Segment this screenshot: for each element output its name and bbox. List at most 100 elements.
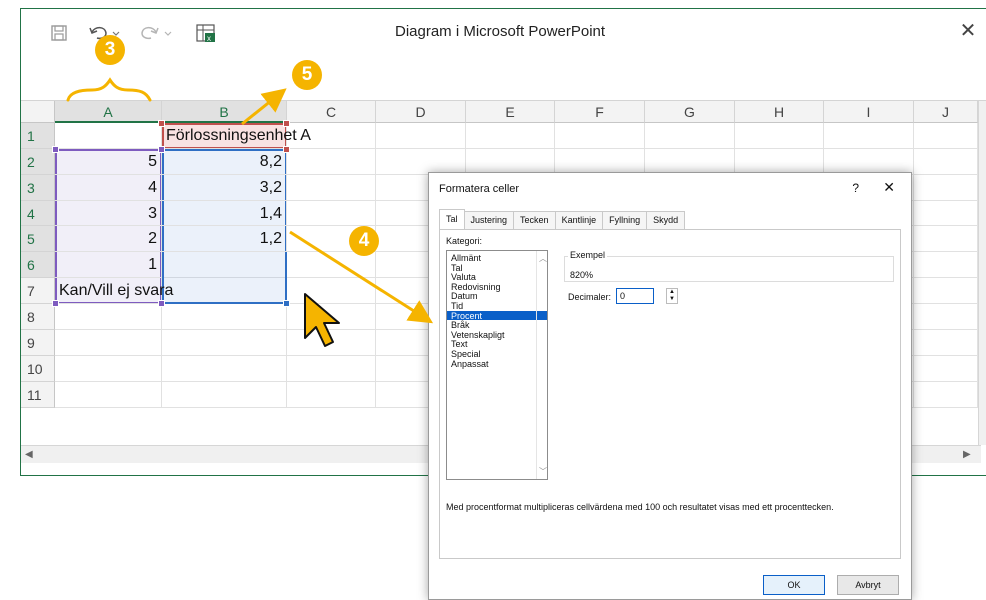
col-header-b[interactable]: B	[162, 101, 287, 123]
col-header-j[interactable]: J	[914, 101, 978, 123]
row-header-4[interactable]: 4	[21, 201, 55, 226]
grid-cell[interactable]	[914, 304, 978, 330]
range-handle-a-top[interactable]	[52, 146, 59, 153]
grid-cell[interactable]	[287, 201, 376, 226]
category-list[interactable]: Allmänt Tal Valuta Redovisning Datum Tid…	[446, 250, 548, 480]
range-handle-b-bottom-right[interactable]	[283, 300, 290, 307]
ok-button[interactable]: OK	[763, 575, 825, 595]
category-item[interactable]: Special	[447, 349, 547, 359]
category-item[interactable]: Allmänt	[447, 253, 547, 263]
col-header-c[interactable]: C	[287, 101, 376, 123]
category-item[interactable]: Redovisning	[447, 282, 547, 292]
category-scrollbar[interactable]: ︿ ﹀	[536, 251, 547, 479]
grid-cell[interactable]	[914, 226, 978, 252]
grid-cell[interactable]	[287, 304, 376, 330]
row-header-2[interactable]: 2	[21, 149, 55, 175]
grid-cell[interactable]	[555, 123, 645, 149]
grid-cell[interactable]	[914, 252, 978, 278]
col-header-f[interactable]: F	[555, 101, 645, 123]
row-header-10[interactable]: 10	[21, 356, 55, 382]
row-header-1[interactable]: 1	[21, 123, 55, 149]
grid-cell[interactable]	[287, 175, 376, 201]
select-all-corner[interactable]	[21, 101, 55, 123]
col-header-h[interactable]: H	[735, 101, 824, 123]
grid-cell[interactable]	[914, 330, 978, 356]
tab-skydd[interactable]: Skydd	[646, 211, 686, 229]
cell-a6[interactable]: 1	[55, 252, 162, 278]
tab-fyllning[interactable]: Fyllning	[602, 211, 648, 229]
grid-cell[interactable]	[287, 382, 376, 408]
col-header-e[interactable]: E	[466, 101, 555, 123]
col-header-a[interactable]: A	[55, 101, 162, 123]
category-item[interactable]: Tid	[447, 301, 547, 311]
grid-cell[interactable]	[287, 330, 376, 356]
tab-kantlinje[interactable]: Kantlinje	[554, 211, 604, 229]
grid-cell[interactable]	[55, 382, 162, 408]
row-header-11[interactable]: 11	[21, 382, 55, 408]
row-header-6[interactable]: 6	[21, 252, 55, 278]
cell-a7[interactable]: Kan/Vill ej svara	[55, 278, 173, 304]
grid-cell[interactable]	[162, 382, 287, 408]
scroll-down-icon[interactable]: ﹀	[539, 466, 547, 477]
cell-b3[interactable]: 3,2	[162, 175, 287, 201]
row-header-8[interactable]: 8	[21, 304, 55, 330]
cancel-button[interactable]: Avbryt	[837, 575, 899, 595]
cell-a5[interactable]: 2	[55, 226, 162, 252]
grid-cell[interactable]	[55, 123, 162, 149]
cell-b2[interactable]: 8,2	[162, 149, 287, 175]
tab-tecken[interactable]: Tecken	[513, 211, 556, 229]
grid-cell[interactable]	[914, 201, 978, 226]
tab-justering[interactable]: Justering	[463, 211, 515, 229]
grid-cell[interactable]	[914, 278, 978, 304]
grid-cell[interactable]	[55, 304, 162, 330]
grid-cell[interactable]	[824, 123, 914, 149]
save-icon[interactable]	[49, 21, 69, 45]
range-handle-b-top[interactable]	[158, 146, 165, 153]
range-handle-a-bottom[interactable]	[52, 300, 59, 307]
category-item[interactable]: Anpassat	[447, 359, 547, 369]
tab-tal[interactable]: Tal	[439, 209, 465, 229]
category-item[interactable]: Bråk	[447, 320, 547, 330]
cell-b4[interactable]: 1,4	[162, 201, 287, 226]
grid-cell[interactable]	[162, 304, 287, 330]
range-handle-b1-right[interactable]	[283, 120, 290, 127]
category-item[interactable]: Datum	[447, 291, 547, 302]
cell-b5[interactable]: 1,2	[162, 226, 287, 252]
close-window-button[interactable]: ✕	[956, 19, 980, 43]
range-handle-b1-left[interactable]	[158, 120, 165, 127]
cell-a2[interactable]: 5	[55, 149, 162, 175]
row-header-7[interactable]: 7	[21, 278, 55, 304]
category-item[interactable]: Text	[447, 339, 547, 350]
decimals-input[interactable]: 0	[616, 288, 654, 304]
redo-icon[interactable]	[139, 21, 173, 45]
col-header-i[interactable]: I	[824, 101, 914, 123]
cell-a4[interactable]: 3	[55, 201, 162, 226]
grid-cell[interactable]	[914, 123, 978, 149]
col-header-d[interactable]: D	[376, 101, 466, 123]
spin-down-icon[interactable]: ▼	[667, 296, 677, 303]
dialog-help-button[interactable]: ?	[852, 181, 859, 195]
row-header-9[interactable]: 9	[21, 330, 55, 356]
cell-a3[interactable]: 4	[55, 175, 162, 201]
range-handle-ab-bottom[interactable]	[158, 300, 165, 307]
grid-cell[interactable]	[162, 330, 287, 356]
row-header-3[interactable]: 3	[21, 175, 55, 201]
decimals-spinner[interactable]: ▲ ▼	[666, 288, 678, 304]
row-header-5[interactable]: 5	[21, 226, 55, 252]
grid-cell[interactable]	[287, 356, 376, 382]
grid-cell[interactable]	[466, 123, 555, 149]
grid-cell[interactable]	[162, 356, 287, 382]
scroll-up-icon[interactable]: ︿	[539, 253, 547, 264]
grid-cell[interactable]	[735, 123, 824, 149]
spin-up-icon[interactable]: ▲	[667, 289, 677, 296]
col-header-g[interactable]: G	[645, 101, 735, 123]
category-item[interactable]: Valuta	[447, 272, 547, 282]
grid-cell[interactable]	[914, 382, 978, 408]
dialog-close-button[interactable]: ✕	[883, 179, 895, 196]
scroll-right-icon[interactable]: ▶	[963, 449, 971, 460]
grid-cell[interactable]	[645, 123, 735, 149]
range-handle-b1-bottom-right[interactable]	[283, 146, 290, 153]
category-item-selected[interactable]: Procent	[447, 310, 547, 320]
excel-sheet-icon[interactable]: x	[195, 21, 217, 45]
grid-cell[interactable]	[914, 356, 978, 382]
